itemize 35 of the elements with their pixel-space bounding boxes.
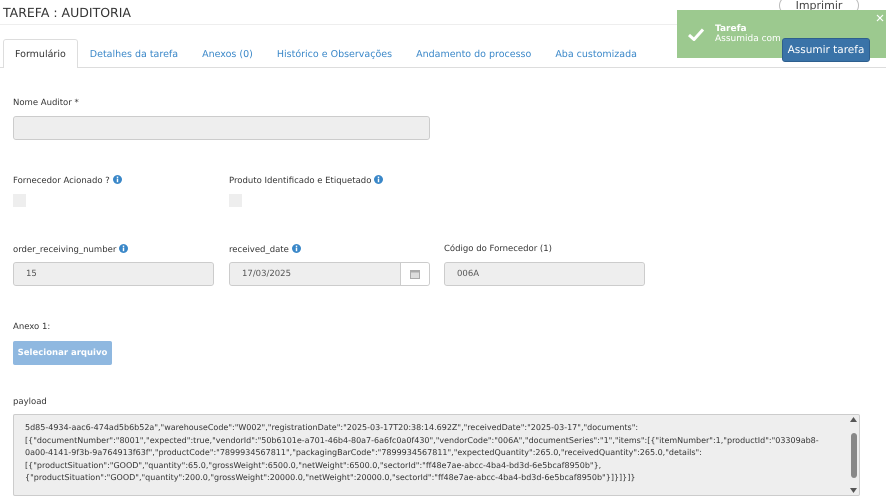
- scroll-down-icon[interactable]: [850, 488, 857, 493]
- toast-title: Tarefa: [715, 24, 748, 34]
- field-label: payload: [13, 397, 48, 409]
- input-field[interactable]: 15: [13, 262, 214, 286]
- field-label: Nome Auditor *: [13, 98, 80, 110]
- toast-message: Assumida com: [715, 34, 781, 44]
- field-label: Anexo 1:: [13, 322, 52, 334]
- payload-textarea[interactable]: [13, 414, 860, 496]
- tab[interactable]: Anexos (0): [190, 39, 265, 68]
- input-field[interactable]: 006A: [444, 262, 645, 286]
- payload-line: 0a00-4141-9f3b-9a764913f63f","productCode":"7899934567811","packagingBarCode":"7899934567811","expectedQuantity":265.0,"receivedQuantity":265.0,"details":: [25, 447, 703, 460]
- scroll-up-icon[interactable]: [850, 417, 857, 422]
- field-label: Fornecedor Acionado ?: [13, 175, 229, 187]
- tab[interactable]: Detalhes da tarefa: [78, 39, 190, 68]
- assume-task-button[interactable]: Assumir tarefa: [782, 38, 870, 62]
- field-label: received_date: [229, 244, 444, 256]
- input-field[interactable]: [13, 116, 430, 140]
- field-label: Produto Identificado e Etiquetado: [229, 175, 444, 187]
- calendar-icon: [410, 269, 420, 279]
- payload-line: [{"productSituation":"GOOD","quantity":65.0,"grossWeight":6500.0,"netWeight":6500.0,"sectorId":"ff48e7ae-abcc-4ba4-bd3d-6e5bcaf8950b"},: [25, 460, 602, 472]
- tab[interactable]: Formulário: [3, 39, 78, 68]
- tab[interactable]: Aba customizada: [543, 39, 649, 68]
- tab[interactable]: Andamento do processo: [404, 39, 544, 68]
- tab[interactable]: Histórico e Observações: [264, 39, 404, 68]
- date-field[interactable]: 17/03/2025: [229, 262, 401, 286]
- scrollbar[interactable]: [848, 415, 859, 495]
- check-icon: [688, 28, 704, 40]
- payload-line: {"productSituation":"GOOD","quantity":200.0,"grossWeight":20000.0,"netWeight":20000.0,"sectorId":"ff48e7ae-abcc-4ba4-bd3d-6e5bcaf8950b"}]}]}]}: [25, 472, 636, 484]
- page-title: TAREFA : AUDITORIA: [3, 4, 131, 20]
- payload-line: 5d85-4934-aac6-474ad5b6b52a","warehouseCode":"W002","registrationDate":"2025-03-17T20:38:14.692Z","receivedDate":"2025-03-17","documents":: [25, 422, 640, 434]
- calendar-button[interactable]: [401, 262, 430, 286]
- payload-line: [{"documentNumber":"8001","expected":true,"vendorId":"50b6101e-a701-46b4-80a7-6a6fc0a0f430","vendorCode":"006A","documentSeries":"1","items":[{"itemNumber":1,"productId":"03309ab8-: [25, 434, 820, 447]
- field-label: Código do Fornecedor (1): [444, 244, 553, 256]
- close-icon[interactable]: [876, 14, 884, 22]
- field-label: order_receiving_number: [13, 244, 229, 256]
